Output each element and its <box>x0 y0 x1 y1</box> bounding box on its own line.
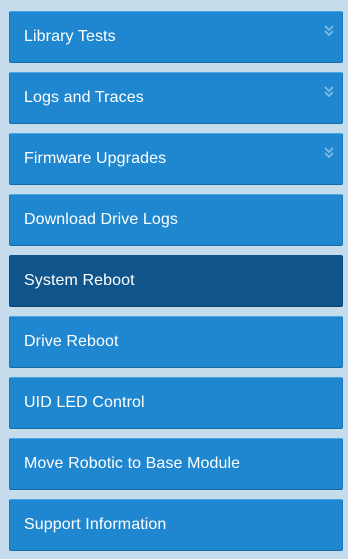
maintenance-nav-panel: Library Tests Logs and Traces Firmware U… <box>0 0 348 559</box>
nav-item-label: Logs and Traces <box>24 89 144 106</box>
nav-item-move-robotic-to-base-module[interactable]: Move Robotic to Base Module <box>9 438 343 490</box>
double-chevron-down-icon[interactable] <box>323 85 335 99</box>
nav-item-label: Library Tests <box>24 28 116 45</box>
nav-item-support-information[interactable]: Support Information <box>9 499 343 551</box>
nav-item-label: Support Information <box>24 516 167 533</box>
nav-item-drive-reboot[interactable]: Drive Reboot <box>9 316 343 368</box>
nav-item-label: UID LED Control <box>24 394 145 411</box>
nav-item-library-tests[interactable]: Library Tests <box>9 11 343 63</box>
nav-item-firmware-upgrades[interactable]: Firmware Upgrades <box>9 133 343 185</box>
double-chevron-down-icon[interactable] <box>323 24 335 38</box>
nav-item-download-drive-logs[interactable]: Download Drive Logs <box>9 194 343 246</box>
nav-item-label: System Reboot <box>24 272 135 289</box>
nav-item-label: Download Drive Logs <box>24 211 178 228</box>
nav-item-label: Firmware Upgrades <box>24 150 167 167</box>
double-chevron-down-icon[interactable] <box>323 146 335 160</box>
nav-item-logs-and-traces[interactable]: Logs and Traces <box>9 72 343 124</box>
nav-item-system-reboot[interactable]: System Reboot <box>9 255 343 307</box>
nav-item-label: Move Robotic to Base Module <box>24 455 241 472</box>
nav-item-label: Drive Reboot <box>24 333 119 350</box>
nav-item-uid-led-control[interactable]: UID LED Control <box>9 377 343 429</box>
